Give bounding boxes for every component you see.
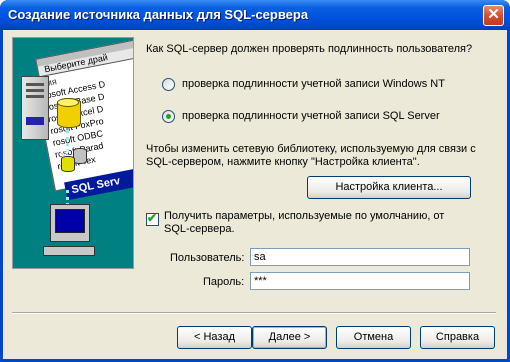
cancel-button[interactable]: Отмена: [336, 326, 411, 349]
close-icon: ✕: [487, 6, 500, 23]
back-button[interactable]: < Назад: [177, 326, 252, 349]
keyboard-icon: [43, 246, 95, 256]
close-button[interactable]: ✕: [483, 5, 504, 26]
radio-sql-server-label[interactable]: проверка подлинности учетной записи SQL …: [182, 110, 440, 122]
footer-separator: [12, 312, 496, 314]
radio-selected-dot: [166, 114, 171, 119]
help-button[interactable]: Справка: [420, 326, 495, 349]
checkmark-icon: ✔: [147, 211, 158, 225]
auth-question: Как SQL-сервер должен проверять подлинно…: [146, 43, 473, 55]
user-input[interactable]: sa: [250, 248, 470, 266]
window-title: Создание источника данных для SQL-сервер…: [8, 7, 309, 22]
badge-32: 32: [59, 148, 70, 158]
default-params-label-line2[interactable]: SQL-сервера.: [164, 223, 235, 235]
radio-windows-nt-label[interactable]: проверка подлинности учетной записи Wind…: [182, 78, 445, 90]
password-input[interactable]: ***: [250, 272, 470, 290]
title-bar[interactable]: Создание источника данных для SQL-сервер…: [0, 0, 510, 30]
database-icon: [57, 98, 81, 128]
library-hint-line2: SQL-сервером, нажмите кнопку "Настройка …: [146, 156, 420, 168]
password-label: Пароль:: [203, 276, 245, 288]
radio-windows-nt[interactable]: [162, 78, 175, 91]
database-icon: [61, 156, 75, 172]
server-tower-icon: [21, 76, 49, 140]
next-button[interactable]: Далее >: [252, 326, 327, 349]
default-params-label-line1[interactable]: Получить параметры, используемые по умол…: [164, 210, 444, 222]
database-icon: [73, 148, 87, 164]
dialog-window: Создание источника данных для SQL-сервер…: [0, 0, 510, 362]
radio-sql-server[interactable]: [162, 110, 175, 123]
user-label: Пользователь:: [170, 252, 245, 264]
wizard-illustration: Выберите драй Имя rosoft Access D rosoft…: [12, 37, 134, 269]
default-params-checkbox[interactable]: ✔: [146, 211, 159, 226]
computer-monitor-icon: [50, 204, 90, 242]
client-config-button[interactable]: Настройка клиента...: [307, 176, 471, 199]
library-hint-line1: Чтобы изменить сетевую библиотеку, испол…: [146, 143, 476, 155]
